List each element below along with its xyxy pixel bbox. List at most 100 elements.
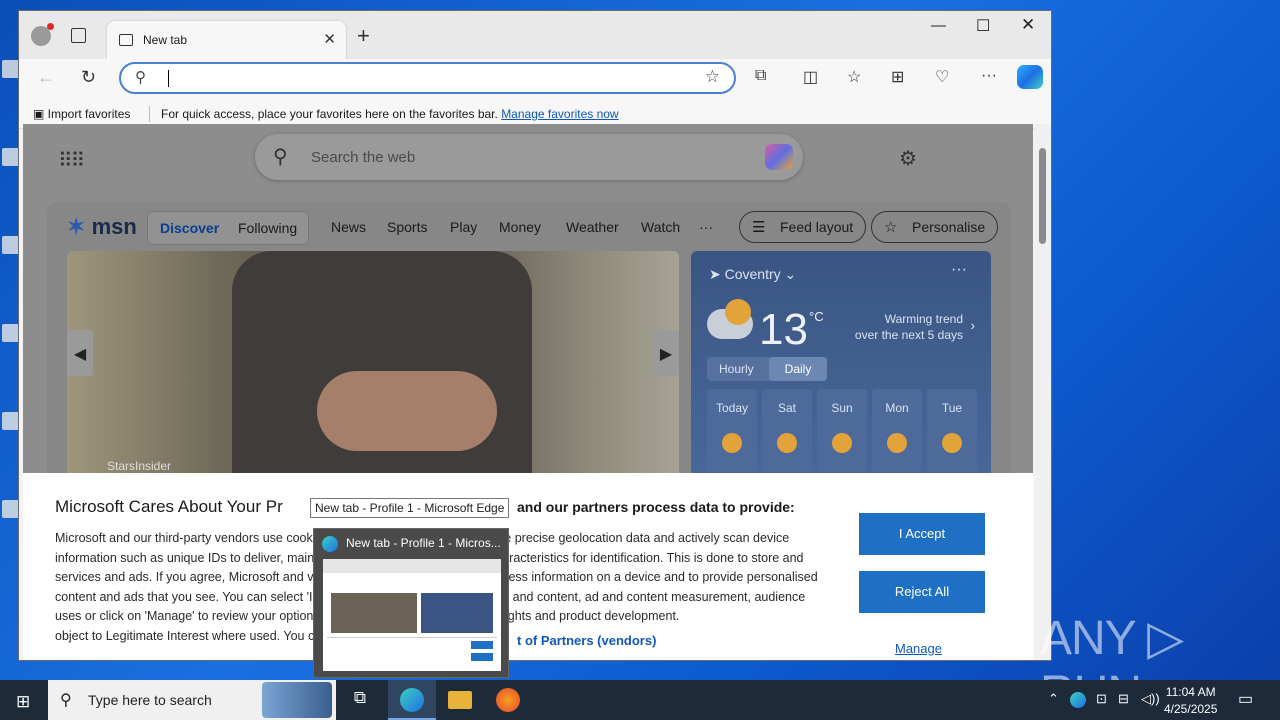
collections-icon[interactable]: ⊞ bbox=[891, 67, 904, 87]
task-view-icon[interactable]: ⧉ bbox=[348, 688, 372, 712]
desktop-icons bbox=[0, 50, 20, 588]
firefox-icon[interactable] bbox=[496, 688, 520, 712]
trend-line-1: Warming trend bbox=[884, 312, 963, 326]
weather-card[interactable]: ➤ Coventry ⌄ ··· 13 °C Warming trend over… bbox=[691, 251, 991, 501]
volume-icon[interactable]: ◁)) bbox=[1141, 691, 1160, 707]
favorite-star-icon[interactable]: ☆ bbox=[705, 67, 720, 87]
nav-money[interactable]: Money bbox=[499, 219, 541, 235]
close-window-icon[interactable]: ✕ bbox=[1021, 15, 1035, 35]
taskbar-search-placeholder: Type here to search bbox=[88, 692, 212, 708]
chevron-up-icon[interactable]: ⌃ bbox=[1048, 691, 1059, 707]
weather-icon bbox=[722, 433, 742, 453]
reject-all-button[interactable]: Reject All bbox=[859, 571, 985, 613]
nav-more[interactable]: ··· bbox=[699, 219, 713, 235]
weather-more-icon[interactable]: ··· bbox=[951, 261, 967, 279]
carousel-prev-icon[interactable]: ◀ bbox=[67, 330, 93, 376]
day-label: Mon bbox=[885, 401, 909, 415]
msn-logo-text: msn bbox=[91, 214, 137, 239]
nav-news[interactable]: News bbox=[331, 219, 366, 235]
weather-icon bbox=[942, 433, 962, 453]
weather-trend[interactable]: Warming trend over the next 5 days bbox=[841, 311, 963, 343]
tab-discover[interactable]: Discover bbox=[160, 220, 219, 236]
taskbar-preview[interactable]: New tab - Profile 1 - Micros... bbox=[313, 528, 509, 678]
nav-watch[interactable]: Watch bbox=[641, 219, 680, 235]
consent-subtitle: and our partners process data to provide… bbox=[517, 499, 795, 515]
search-icon: ⚲ bbox=[60, 692, 72, 709]
search-highlight-image bbox=[262, 682, 332, 718]
tab-actions-icon[interactable] bbox=[71, 28, 86, 43]
apps-grid-icon[interactable]: ⠿⠿ bbox=[58, 148, 85, 173]
address-bar[interactable]: ⚲ ☆ bbox=[119, 62, 736, 94]
manage-favorites-link[interactable]: Manage favorites now bbox=[501, 107, 618, 121]
notifications-icon[interactable]: ▭ bbox=[1238, 689, 1253, 709]
new-tab-button[interactable]: + bbox=[357, 23, 370, 49]
import-favorites-label: Import favorites bbox=[47, 107, 131, 121]
profile-avatar[interactable] bbox=[31, 23, 54, 46]
chevron-right-icon[interactable]: › bbox=[970, 317, 975, 333]
toolbar: ← ↻ ⚲ ☆ ⧉ ◫ ☆ ⊞ ♡ ··· bbox=[19, 59, 1051, 99]
device-icon[interactable]: ⊡ bbox=[1096, 691, 1107, 707]
partners-link[interactable]: t of Partners (vendors) bbox=[517, 633, 656, 648]
day-label: Today bbox=[715, 401, 749, 415]
taskbar-search[interactable]: ⚲ Type here to search bbox=[48, 680, 336, 720]
tab-new-tab[interactable]: New tab ✕ bbox=[107, 21, 346, 59]
close-tab-icon[interactable]: ✕ bbox=[323, 30, 336, 48]
nav-sports[interactable]: Sports bbox=[387, 219, 427, 235]
favorites-hint: For quick access, place your favorites h… bbox=[161, 107, 619, 121]
manage-link[interactable]: Manage bbox=[895, 641, 942, 656]
maximize-icon[interactable]: ☐ bbox=[976, 16, 990, 36]
personalise-button[interactable]: ☆ Personalise bbox=[871, 211, 999, 243]
import-favorites-button[interactable]: ▣ Import favorites bbox=[33, 107, 130, 121]
weather-icon bbox=[777, 433, 797, 453]
scrollbar[interactable] bbox=[1035, 124, 1051, 660]
weather-location[interactable]: ➤ Coventry ⌄ bbox=[709, 266, 796, 283]
split-screen-icon[interactable]: ◫ bbox=[803, 67, 818, 87]
back-icon[interactable]: ← bbox=[37, 67, 55, 88]
accept-button[interactable]: I Accept bbox=[859, 513, 985, 555]
nav-play[interactable]: Play bbox=[450, 219, 477, 235]
msn-logo[interactable]: ✶ msn bbox=[67, 214, 137, 240]
tab-following[interactable]: Following bbox=[238, 220, 297, 236]
hero-article[interactable]: StarsInsider bbox=[67, 251, 679, 501]
favorites-hint-text: For quick access, place your favorites h… bbox=[161, 107, 498, 121]
more-menu-icon[interactable]: ··· bbox=[981, 67, 997, 85]
nav-weather[interactable]: Weather bbox=[566, 219, 619, 235]
tab-daily[interactable]: Daily bbox=[769, 357, 827, 381]
sparkle-icon: ☆ bbox=[884, 219, 898, 236]
file-explorer-icon[interactable] bbox=[448, 691, 472, 709]
edge-tray-icon[interactable] bbox=[1070, 692, 1086, 708]
feed-toggle: Discover Following bbox=[147, 211, 309, 245]
tab-title: New tab bbox=[143, 33, 188, 47]
edge-icon bbox=[322, 536, 338, 552]
copilot-icon[interactable] bbox=[1017, 65, 1043, 89]
temperature-unit: °C bbox=[809, 309, 824, 324]
consent-body-right: Use precise geolocation data and activel… bbox=[489, 531, 818, 624]
scrollbar-thumb[interactable] bbox=[1039, 148, 1046, 244]
clock[interactable]: 11:04 AM 4/25/2025 bbox=[1164, 684, 1217, 718]
article-source: StarsInsider bbox=[107, 459, 172, 473]
copilot-icon[interactable] bbox=[765, 144, 793, 170]
minimize-icon[interactable]: — bbox=[931, 17, 946, 34]
text-caret bbox=[168, 70, 169, 87]
tab-hourly[interactable]: Hourly bbox=[719, 362, 754, 376]
window-tooltip: New tab - Profile 1 - Microsoft Edge bbox=[310, 498, 510, 518]
extensions-icon[interactable]: ⧉ bbox=[755, 67, 766, 85]
web-search-box[interactable]: ⚲ Search the web bbox=[255, 134, 803, 180]
network-icon[interactable]: ⊟ bbox=[1118, 691, 1129, 707]
windows-start-icon[interactable]: ⊞ bbox=[16, 692, 30, 712]
gear-icon[interactable]: ⚙ bbox=[899, 146, 917, 171]
consent-title: Microsoft Cares About Your Pr bbox=[55, 497, 283, 516]
temperature: 13 bbox=[759, 305, 808, 354]
feed-layout-button[interactable]: ☰ Feed layout bbox=[739, 211, 867, 243]
search-icon: ⚲ bbox=[273, 146, 288, 168]
browser-essentials-icon[interactable]: ♡ bbox=[935, 67, 949, 87]
search-icon: ⚲ bbox=[135, 69, 146, 86]
carousel-next-icon[interactable]: ▶ bbox=[653, 330, 679, 376]
weather-location-text: Coventry bbox=[724, 266, 781, 282]
day-label: Sun bbox=[831, 401, 853, 415]
refresh-icon[interactable]: ↻ bbox=[81, 67, 96, 88]
clock-date: 4/25/2025 bbox=[1164, 702, 1218, 716]
favorites-icon[interactable]: ☆ bbox=[847, 67, 861, 87]
taskbar-edge-active[interactable] bbox=[388, 680, 436, 720]
weather-icon bbox=[832, 433, 852, 453]
